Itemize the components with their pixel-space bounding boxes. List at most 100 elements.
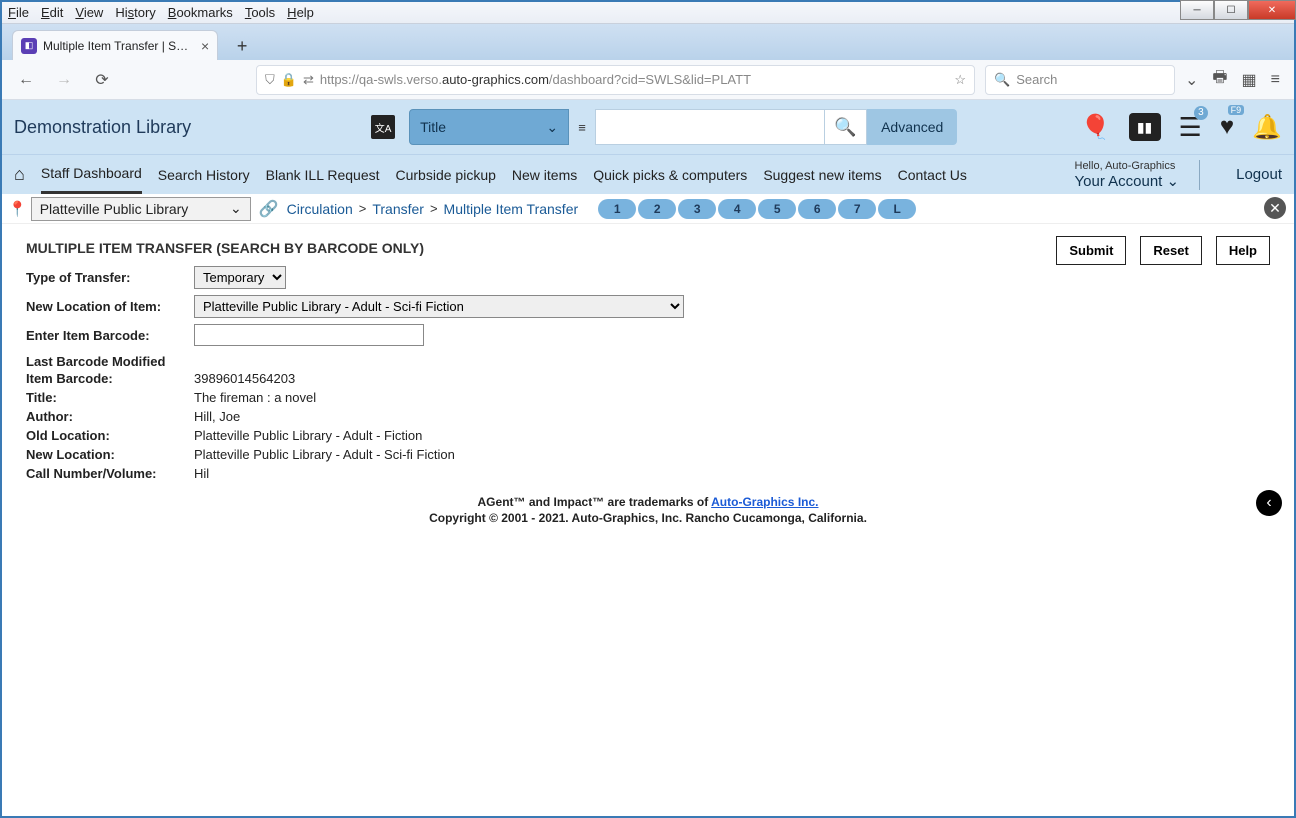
- pocket-icon[interactable]: ⌄: [1185, 70, 1198, 90]
- menu-file[interactable]: File: [8, 5, 29, 20]
- browser-tab[interactable]: ◧ Multiple Item Transfer | SWLS | p ×: [12, 30, 218, 60]
- label-type: Type of Transfer:: [26, 270, 194, 285]
- logout-link[interactable]: Logout: [1236, 166, 1282, 183]
- step-6[interactable]: 6: [798, 199, 836, 219]
- maximize-button[interactable]: ☐: [1214, 0, 1248, 20]
- nav-staff-dashboard[interactable]: Staff Dashboard: [41, 155, 142, 194]
- step-3[interactable]: 3: [678, 199, 716, 219]
- notifications-icon[interactable]: 🔔: [1252, 113, 1282, 142]
- search-type-dropdown[interactable]: Title ⌄: [409, 109, 569, 145]
- forward-button[interactable]: →: [50, 66, 78, 94]
- toolbar-icons: ⌄ 🖶 ▦ ≡: [1185, 66, 1284, 93]
- step-pills: 1 2 3 4 5 6 7 L: [596, 199, 916, 219]
- nav-suggest[interactable]: Suggest new items: [763, 157, 881, 193]
- print-icon[interactable]: 🖶: [1212, 66, 1227, 93]
- permissions-icon: ⇄: [303, 72, 314, 88]
- nav-menu: ⌂ Staff Dashboard Search History Blank I…: [2, 154, 1294, 194]
- close-window-button[interactable]: ✕: [1248, 0, 1296, 20]
- star-icon[interactable]: ☆: [954, 72, 966, 88]
- step-7[interactable]: 7: [838, 199, 876, 219]
- label-callno: Call Number/Volume:: [26, 466, 194, 481]
- nav-curbside[interactable]: Curbside pickup: [396, 157, 496, 193]
- footer: AGent™ and Impact™ are trademarks of Aut…: [26, 495, 1270, 525]
- nav-new-items[interactable]: New items: [512, 157, 577, 193]
- menu-history[interactable]: History: [115, 5, 155, 20]
- step-l[interactable]: L: [878, 199, 916, 219]
- search-cluster: 文A Title ⌄ ≡ 🔍 Advanced: [371, 109, 957, 145]
- tab-close-icon[interactable]: ×: [201, 38, 209, 54]
- location-dropdown[interactable]: Platteville Public Library ⌄: [31, 197, 251, 221]
- balloon-icon[interactable]: 🎈: [1081, 113, 1111, 142]
- nav-contact[interactable]: Contact Us: [898, 157, 967, 193]
- label-author: Author:: [26, 409, 194, 424]
- url-field[interactable]: ⛉ 🔒 ⇄ https://qa-swls.verso.auto-graphic…: [256, 65, 975, 95]
- menu-tools[interactable]: Tools: [245, 5, 275, 20]
- new-location-select[interactable]: Platteville Public Library - Adult - Sci…: [194, 295, 684, 318]
- value-oldloc: Platteville Public Library - Adult - Fic…: [194, 428, 422, 443]
- search-button[interactable]: 🔍: [825, 109, 867, 145]
- value-callno: Hil: [194, 466, 209, 481]
- close-panel-icon[interactable]: ✕: [1264, 197, 1286, 219]
- side-collapse-icon[interactable]: ‹: [1256, 490, 1282, 516]
- url-bar: ← → ⟳ ⛉ 🔒 ⇄ https://qa-swls.verso.auto-g…: [2, 60, 1294, 100]
- value-title: The fireman : a novel: [194, 390, 316, 405]
- home-icon[interactable]: ⌂: [14, 164, 25, 185]
- hamburger-icon[interactable]: ≡: [1271, 71, 1280, 89]
- type-of-transfer-select[interactable]: Temporary: [194, 266, 286, 289]
- nav-quick-picks[interactable]: Quick picks & computers: [593, 157, 747, 193]
- browser-search-field[interactable]: 🔍 Search: [985, 65, 1175, 95]
- url-text: https://qa-swls.verso.auto-graphics.com/…: [320, 72, 955, 87]
- barcode-input[interactable]: [194, 324, 424, 346]
- value-author: Hill, Joe: [194, 409, 240, 424]
- lists-icon[interactable]: ☰3: [1179, 112, 1202, 143]
- step-5[interactable]: 5: [758, 199, 796, 219]
- step-1[interactable]: 1: [598, 199, 636, 219]
- label-title: Title:: [26, 390, 194, 405]
- help-button[interactable]: Help: [1216, 236, 1270, 265]
- menu-edit[interactable]: Edit: [41, 5, 63, 20]
- browser-menu-bar: File Edit View History Bookmarks Tools H…: [2, 2, 1294, 24]
- submit-button[interactable]: Submit: [1056, 236, 1126, 265]
- value-item-barcode: 39896014564203: [194, 371, 295, 386]
- tab-strip: ◧ Multiple Item Transfer | SWLS | p × +: [2, 24, 1294, 60]
- action-buttons: Submit Reset Help: [1056, 236, 1270, 265]
- menu-view[interactable]: View: [75, 5, 103, 20]
- catalog-search-input[interactable]: [595, 109, 825, 145]
- nav-blank-ill[interactable]: Blank ILL Request: [266, 157, 380, 193]
- extensions-icon[interactable]: ▦: [1242, 70, 1257, 90]
- reset-button[interactable]: Reset: [1140, 236, 1201, 265]
- footer-link[interactable]: Auto-Graphics Inc.: [711, 495, 818, 509]
- account-block[interactable]: Hello, Auto-Graphics Your Account ⌄: [1075, 160, 1201, 190]
- step-2[interactable]: 2: [638, 199, 676, 219]
- crumb-multiple-item-transfer[interactable]: Multiple Item Transfer: [444, 201, 579, 217]
- label-item-barcode: Item Barcode:: [26, 371, 194, 386]
- shield-icon: ⛉: [265, 72, 275, 88]
- menu-bookmarks[interactable]: Bookmarks: [168, 5, 233, 20]
- tab-title: Multiple Item Transfer | SWLS | p: [43, 39, 193, 53]
- minimize-button[interactable]: ─: [1180, 0, 1214, 20]
- new-tab-button[interactable]: +: [228, 32, 256, 60]
- chevron-down-icon: ⌄: [230, 200, 242, 217]
- label-oldloc: Old Location:: [26, 428, 194, 443]
- label-newloc2: New Location:: [26, 447, 194, 462]
- crumb-transfer[interactable]: Transfer: [372, 201, 424, 217]
- library-header: Demonstration Library 文A Title ⌄ ≡ 🔍 Adv…: [2, 100, 1294, 154]
- label-lastmod: Last Barcode Modified: [26, 354, 1270, 369]
- nav-search-history[interactable]: Search History: [158, 157, 250, 193]
- back-button[interactable]: ←: [12, 66, 40, 94]
- label-newloc: New Location of Item:: [26, 299, 194, 314]
- database-icon[interactable]: ≡: [569, 109, 595, 145]
- language-icon[interactable]: 文A: [371, 115, 395, 139]
- breadcrumb-bar: 📍 Platteville Public Library ⌄ 🔗 Circula…: [2, 194, 1294, 224]
- value-newloc2: Platteville Public Library - Adult - Sci…: [194, 447, 455, 462]
- step-4[interactable]: 4: [718, 199, 756, 219]
- favorites-icon[interactable]: ♥F9: [1220, 113, 1234, 141]
- menu-help[interactable]: Help: [287, 5, 314, 20]
- reload-button[interactable]: ⟳: [88, 66, 116, 94]
- header-right: 🎈 ▮▮ ☰3 ♥F9 🔔: [1081, 112, 1282, 143]
- crumb-circulation[interactable]: Circulation: [287, 201, 353, 217]
- chevron-down-icon: ⌄: [546, 119, 558, 136]
- scan-icon[interactable]: ▮▮: [1129, 113, 1161, 141]
- advanced-search-button[interactable]: Advanced: [867, 109, 957, 145]
- library-title: Demonstration Library: [14, 117, 191, 138]
